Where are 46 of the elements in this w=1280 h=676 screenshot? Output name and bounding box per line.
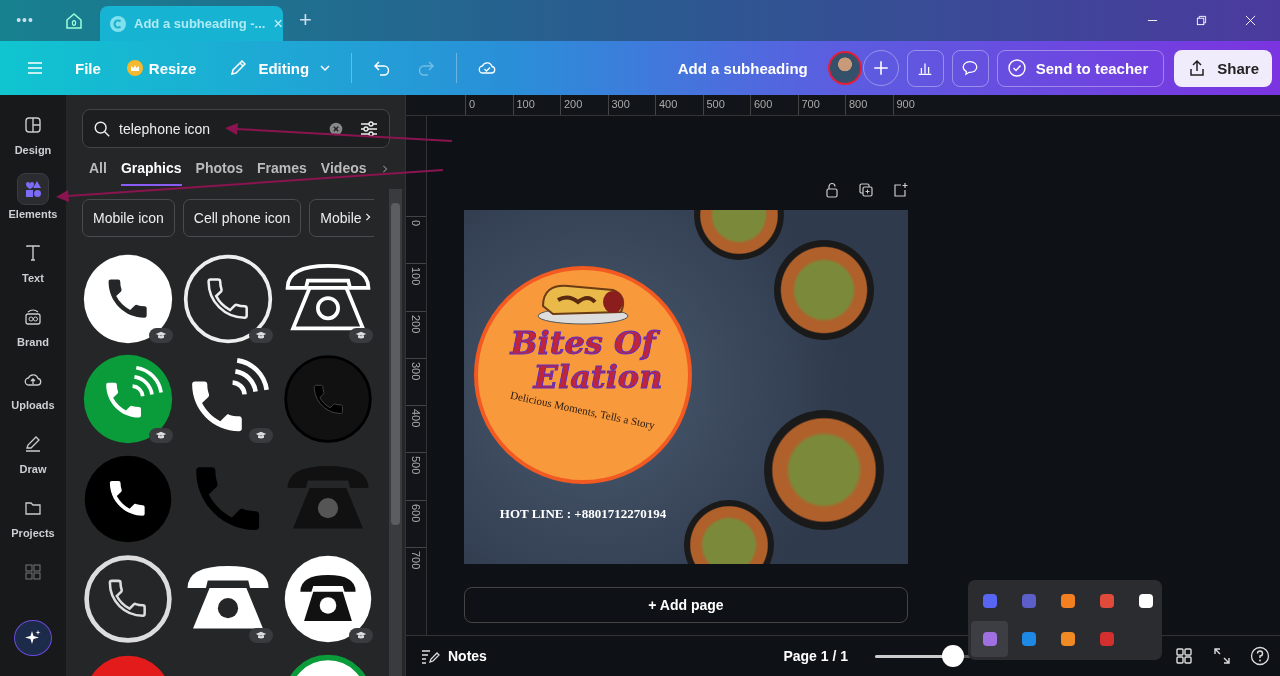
ruler-label: 600 (750, 95, 798, 115)
ruler-label: 800 (845, 95, 893, 115)
design-title[interactable]: Add a subheading (677, 59, 808, 77)
sidebar-item[interactable]: Text (2, 236, 64, 301)
share-button[interactable]: Share (1174, 49, 1272, 87)
ruler-label: 500 (406, 452, 426, 500)
ruler-label: 100 (512, 95, 560, 115)
category-tab[interactable]: Photos (195, 160, 244, 186)
ruler-label: 400 (406, 405, 426, 453)
category-tab[interactable]: Frames (257, 160, 307, 186)
category-tab[interactable]: Graphics (120, 160, 182, 186)
ruler-label: 500 (702, 95, 750, 115)
sidebar-item[interactable]: Elements (2, 172, 64, 237)
search-query[interactable]: telephone icon (119, 120, 319, 137)
ruler-label: 700 (797, 95, 845, 115)
ruler-label: 0 (465, 95, 513, 115)
ruler-label: 900 (892, 95, 940, 115)
suggestion-chip[interactable]: Mobile icon (82, 199, 175, 237)
ruler-label: 200 (560, 95, 608, 115)
new-tab-button[interactable]: + (299, 7, 312, 33)
logo-circle[interactable]: Bites Of Elation Delicious Moments, Tells a Story (474, 266, 692, 484)
ruler-label: 700 (406, 547, 426, 595)
hotline-text[interactable]: HOT LINE : +8801712270194 (499, 506, 667, 522)
ruler-label: 300 (607, 95, 655, 115)
add-page-button[interactable]: + Add page (464, 587, 908, 623)
sidebar-item[interactable]: Design (2, 109, 64, 173)
sidebar-item[interactable]: Uploads (2, 364, 64, 429)
search-field[interactable]: telephone icon (82, 109, 390, 148)
photo-placeholder[interactable]: Bites Of Elation Delicious Moments, Tells a Story HOT LINE : +8801712270194 (464, 210, 908, 564)
sidebar-item[interactable]: Brand (2, 300, 64, 365)
ruler-label: 300 (406, 357, 426, 406)
ruler-label: 400 (655, 95, 703, 115)
suggestion-chip[interactable]: Mobile (309, 199, 374, 237)
sidebar-item[interactable]: Projects (2, 492, 64, 556)
ruler-label: 600 (406, 499, 426, 548)
send-to-teacher-button[interactable]: Send to teacher (996, 49, 1165, 87)
category-tab[interactable]: Videos (320, 160, 367, 186)
notes-button[interactable]: Notes (420, 646, 487, 666)
sidebar-item[interactable]: Draw (2, 428, 64, 493)
ruler-label: 200 (406, 310, 426, 358)
ruler-label: 100 (406, 263, 426, 311)
category-tab[interactable]: All (89, 160, 107, 186)
ruler-label: 0 (406, 216, 426, 264)
suggestion-chip[interactable]: Cell phone icon (182, 199, 302, 237)
tab-title: Add a subheading -... (134, 16, 266, 31)
page-indicator[interactable]: Page 1 / 1 (783, 648, 848, 664)
